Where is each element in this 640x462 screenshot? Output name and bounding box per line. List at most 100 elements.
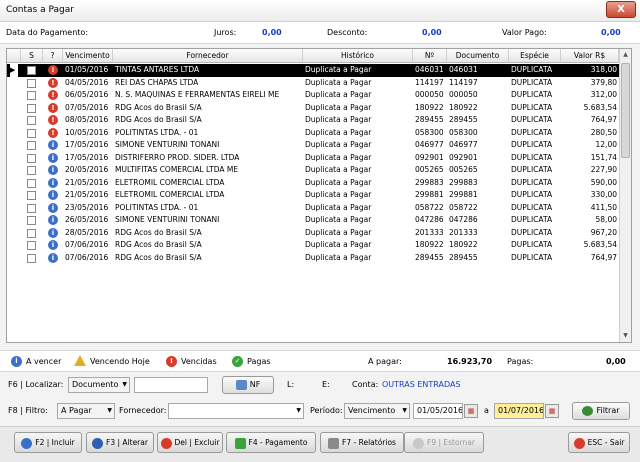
header-vencimento[interactable]: Vencimento (63, 49, 113, 63)
header-documento[interactable]: Documento (447, 49, 509, 63)
row-checkbox[interactable] (27, 241, 36, 250)
incluir-button[interactable]: F2 | Incluir (14, 432, 82, 453)
contas-grid[interactable]: S ? Vencimento Fornecedor Histórico Nº D… (6, 48, 632, 343)
relatorios-button[interactable]: F7 - Relatórios (320, 432, 404, 453)
table-row[interactable]: ! 07/05/2016 RDG Acos do Brasil S/A Duplica… (7, 102, 619, 115)
cell-doc: 005265 (449, 165, 478, 174)
cell-doc: 289455 (449, 252, 478, 262)
contas-a-pagar-window: Contas a Pagar X Data do Pagamento: Juro… (0, 0, 640, 462)
header-s[interactable]: S (21, 49, 43, 63)
cell-hist: Duplicata a Pagar (305, 227, 372, 237)
header-especie[interactable]: Espécie (509, 49, 561, 63)
grid-vertical-scrollbar[interactable]: ▲ ▼ (619, 49, 631, 342)
filtro-select[interactable]: A Pagar ▼ (57, 403, 115, 419)
row-checkbox[interactable] (27, 128, 36, 138)
table-row[interactable]: i 21/05/2016 ELETROMIL COMERCIAL LTDA Dupli… (7, 189, 619, 202)
fornecedor-label: Fornecedor: (119, 406, 167, 415)
cell-nf: 046977 (415, 140, 444, 149)
header-valor[interactable]: Valor R$ (561, 49, 619, 63)
table-row[interactable]: i 28/05/2016 RDG Acos do Brasil S/A Duplica… (7, 227, 619, 240)
table-row[interactable]: i 07/06/2016 RDG Acos do Brasil S/A Duplica… (7, 239, 619, 252)
cell-forn: POLITINTAS LTDA. - 01 (115, 127, 199, 137)
table-row[interactable]: i 23/05/2016 POLITINTAS LTDA. - 01 Duplicat… (7, 202, 619, 215)
row-checkbox[interactable] (27, 153, 36, 163)
estornar-button[interactable]: F9 | Estornar (404, 432, 484, 453)
cell-forn: DISTRIFERRO PROD. SIDER. LTDA (115, 152, 240, 162)
table-row[interactable]: i 21/05/2016 ELETROMIL COMERCIAL LTDA Dupli… (7, 177, 619, 190)
cell-hist: Duplicata a Pagar (305, 190, 372, 199)
cell-nf: 114197 (415, 77, 444, 87)
row-checkbox[interactable] (27, 253, 36, 263)
table-row[interactable]: i 07/06/2016 RDG Acos do Brasil S/A Duplica… (7, 252, 619, 265)
row-checkbox[interactable] (27, 141, 36, 150)
a-vencer-status-icon: i (48, 190, 58, 200)
header-status[interactable]: ? (43, 49, 63, 63)
cell-forn: RDG Acos do Brasil S/A (115, 240, 202, 249)
printer-icon (328, 437, 340, 449)
cell-esp: DUPLICATA (511, 90, 553, 99)
filter-icon (582, 405, 594, 416)
table-row[interactable]: i 17/05/2016 SIMONE VENTURINI TONANI Duplic… (7, 139, 619, 152)
scroll-thumb[interactable] (621, 63, 630, 158)
nf-button[interactable]: NF (222, 376, 274, 394)
calendar-to-icon[interactable]: ▦ (545, 404, 559, 418)
alterar-button[interactable]: F3 | Alterar (86, 432, 154, 453)
close-button[interactable]: X (606, 1, 636, 18)
cell-venc: 21/05/2016 (65, 190, 109, 199)
sair-button[interactable]: ESC - Sair (568, 432, 630, 453)
cell-valor: 967,20 (590, 227, 617, 237)
date-from-input[interactable]: 01/05/2016 (413, 403, 463, 419)
header-fornecedor[interactable]: Fornecedor (113, 49, 303, 63)
table-row[interactable]: ! 04/05/2016 REI DAS CHAPAS LTDA Duplicata … (7, 77, 619, 90)
a-vencer-status-icon: i (48, 140, 58, 150)
scroll-up-icon[interactable]: ▲ (620, 49, 631, 61)
row-checkbox[interactable] (27, 116, 36, 125)
cell-forn: SIMONE VENTURINI TONANI (115, 140, 220, 149)
filtro-row: F8 | Filtro: A Pagar ▼ Fornecedor: ▼ Per… (0, 400, 640, 422)
row-checkbox[interactable] (27, 228, 36, 238)
table-row[interactable]: i 26/05/2016 SIMONE VENTURINI TONANI Duplic… (7, 214, 619, 227)
row-checkbox[interactable] (27, 191, 36, 200)
filtrar-button[interactable]: Filtrar (572, 402, 630, 420)
excluir-button[interactable]: Del | Excluir (157, 432, 223, 453)
conta-value: OUTRAS ENTRADAS (382, 380, 461, 389)
pagamento-button[interactable]: F4 - Pagamento (226, 432, 316, 453)
filtrar-button-label: Filtrar (596, 406, 620, 415)
cell-hist: Duplicata a Pagar (305, 77, 372, 87)
row-checkbox[interactable] (27, 216, 36, 225)
row-checkbox[interactable] (27, 78, 36, 88)
table-row[interactable]: ! 08/05/2016 RDG Acos do Brasil S/A Duplica… (7, 114, 619, 127)
row-checkbox[interactable] (27, 166, 36, 175)
table-row[interactable]: i 20/05/2016 MULTIFITAS COMERCIAL LTDA ME D… (7, 164, 619, 177)
header-historico[interactable]: Histórico (303, 49, 413, 63)
header-nf[interactable]: Nº (413, 49, 447, 63)
table-row[interactable]: ▶! 01/05/2016 TINTAS ANTARES LTDA Duplicata… (7, 64, 619, 77)
cell-hist: Duplicata a Pagar (305, 240, 372, 249)
calendar-from-icon[interactable]: ▦ (464, 404, 478, 418)
a-vencer-label: A vencer (26, 357, 62, 366)
localizar-select[interactable]: Documento ▼ (68, 377, 130, 393)
cell-valor: 227,90 (590, 165, 617, 174)
row-checkbox[interactable] (27, 203, 36, 213)
juros-value: 0,00 (262, 28, 282, 37)
row-checkbox[interactable] (27, 178, 36, 188)
cell-forn: ELETROMIL COMERCIAL LTDA (115, 177, 225, 187)
header-row-indicator (7, 49, 21, 63)
scroll-down-icon[interactable]: ▼ (620, 330, 631, 342)
row-checkbox[interactable] (27, 103, 36, 113)
action-toolbar: F2 | Incluir F3 | Alterar Del | Excluir … (0, 426, 640, 462)
table-row[interactable]: ! 10/05/2016 POLITINTAS LTDA. - 01 Duplicat… (7, 127, 619, 140)
table-row[interactable]: ! 06/05/2016 N. S. MAQUINAS E FERRAMENTAS … (7, 89, 619, 102)
localizar-input[interactable] (134, 377, 208, 393)
row-checkbox[interactable] (27, 66, 36, 75)
juros-label: Juros: (214, 28, 237, 37)
date-to-input[interactable]: 01/07/2016 (494, 403, 544, 419)
periodo-select[interactable]: Vencimento ▼ (344, 403, 410, 419)
row-checkbox[interactable] (27, 91, 36, 100)
cell-hist: Duplicata a Pagar (305, 140, 372, 149)
nf-icon (235, 379, 247, 390)
cell-valor: 5.683,54 (583, 102, 617, 112)
table-row[interactable]: i 17/05/2016 DISTRIFERRO PROD. SIDER. LTDA… (7, 152, 619, 165)
cell-hist: Duplicata a Pagar (305, 252, 372, 262)
fornecedor-select[interactable]: ▼ (168, 403, 304, 419)
